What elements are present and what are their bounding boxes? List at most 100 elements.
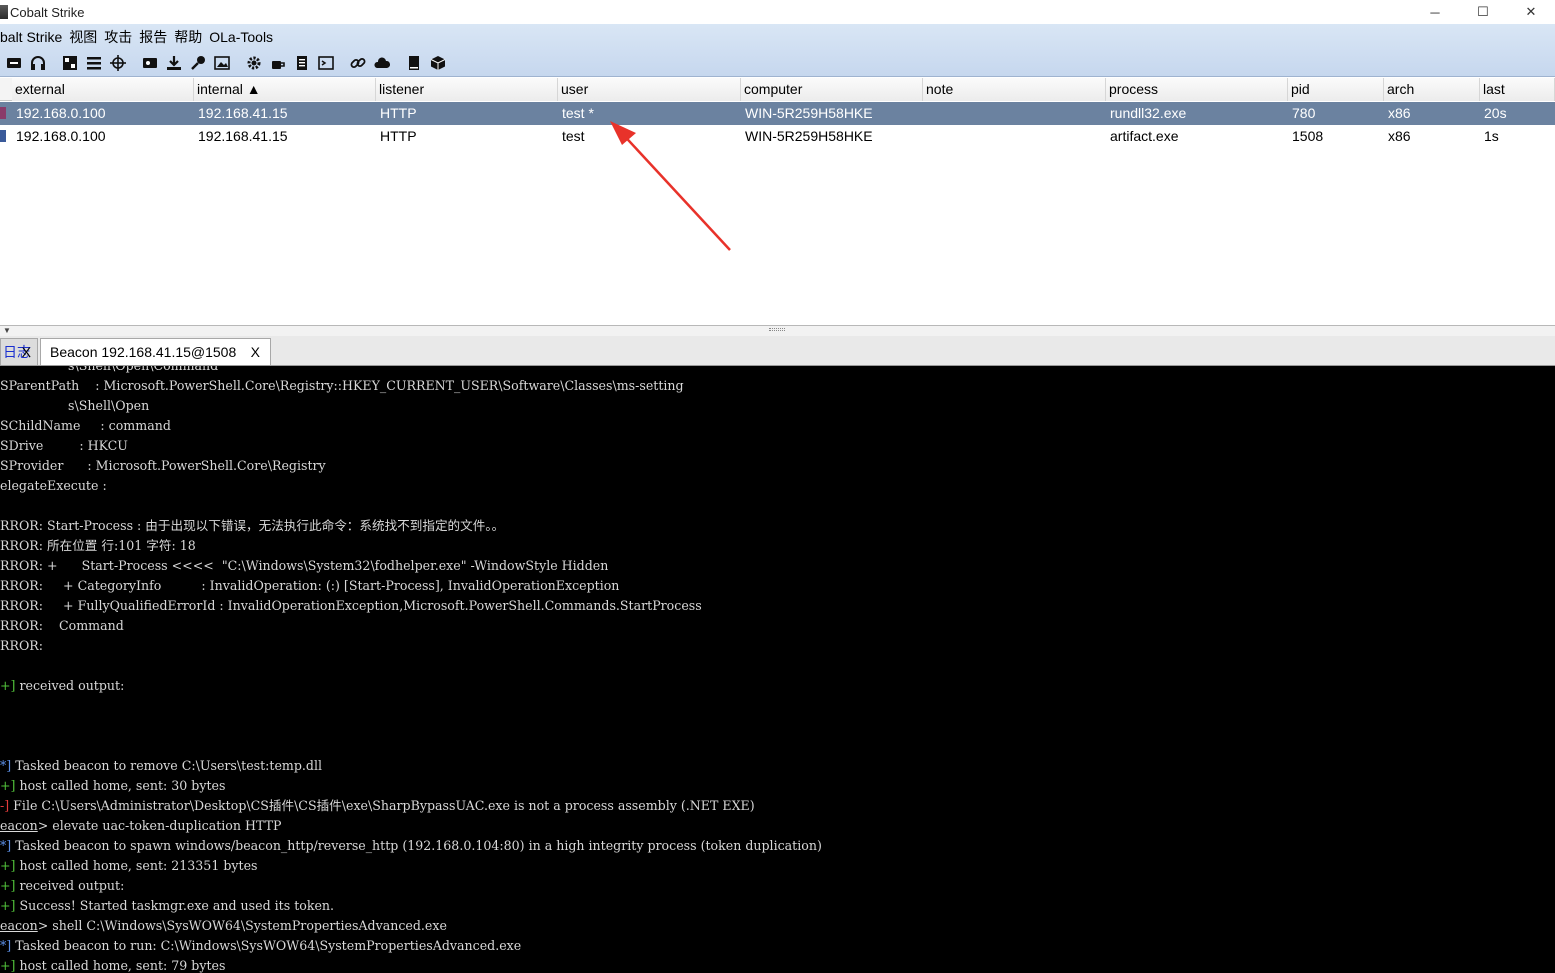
window-controls: ─ ☐ ✕ bbox=[1411, 0, 1555, 24]
maximize-button[interactable]: ☐ bbox=[1459, 0, 1507, 24]
tab-beacon[interactable]: Beacon 192.168.41.15@1508 X bbox=[40, 338, 271, 365]
console-line: *] Tasked beacon to spawn windows/beacon… bbox=[0, 836, 822, 856]
console-text: s\Shell\Open bbox=[0, 398, 150, 413]
table-row[interactable]: 192.168.0.100 192.168.41.15 HTTP test * … bbox=[0, 102, 1555, 125]
session-icon bbox=[0, 107, 6, 119]
console-line: +] Success! Started taskmgr.exe and used… bbox=[0, 896, 334, 916]
cell-listener: HTTP bbox=[380, 105, 417, 121]
disconnect-icon[interactable] bbox=[4, 53, 24, 73]
credentials-icon[interactable] bbox=[140, 53, 160, 73]
tab-bar: 日志 X Beacon 192.168.41.15@1508 X bbox=[0, 336, 1555, 366]
window-titlebar: Cobalt Strike ─ ☐ ✕ bbox=[0, 0, 1555, 24]
console-line: RROR: Start-Process : 由于出现以下错误，无法执行此命令：系… bbox=[0, 516, 504, 536]
document-icon[interactable] bbox=[292, 53, 312, 73]
console-line: eacon> shell C:\Windows\SysWOW64\SystemP… bbox=[0, 916, 447, 936]
menu-help[interactable]: 帮助 bbox=[171, 27, 206, 47]
column-last[interactable]: last bbox=[1480, 78, 1555, 101]
console-line: RROR: 所在位置 行:101 字符: 18 bbox=[0, 536, 196, 556]
column-pid[interactable]: pid bbox=[1288, 78, 1384, 101]
cell-process: artifact.exe bbox=[1110, 128, 1179, 144]
screenshot-icon[interactable] bbox=[212, 53, 232, 73]
console-icon[interactable] bbox=[316, 53, 336, 73]
cell-last: 1s bbox=[1484, 128, 1499, 144]
console-line: eacon> elevate uac-token-duplication HTT… bbox=[0, 816, 282, 836]
menubar: balt Strike 视图 攻击 报告 帮助 OLa-Tools bbox=[0, 26, 277, 48]
console-prompt: eacon bbox=[0, 918, 38, 933]
console-text: Tasked beacon to remove C:\Users\test:te… bbox=[11, 758, 323, 773]
console-line: s\Shell\Open\Command bbox=[0, 366, 218, 376]
column-note[interactable]: note bbox=[923, 78, 1106, 101]
console-marker: +] bbox=[0, 958, 16, 973]
console-marker: +] bbox=[0, 878, 16, 893]
menu-cobalt-strike[interactable]: balt Strike bbox=[0, 29, 66, 45]
tab-beacon-close[interactable]: X bbox=[251, 339, 260, 365]
book-icon[interactable] bbox=[404, 53, 424, 73]
settings-icon[interactable] bbox=[244, 53, 264, 73]
console-marker: +] bbox=[0, 778, 16, 793]
sessions-table: external internal ▲ listener user comput… bbox=[0, 78, 1555, 326]
column-internal[interactable]: internal ▲ bbox=[194, 78, 376, 101]
link-icon[interactable] bbox=[348, 53, 368, 73]
target-icon[interactable] bbox=[108, 53, 128, 73]
console-text: SChildName : command bbox=[0, 418, 171, 433]
cell-pid: 1508 bbox=[1292, 128, 1324, 144]
cell-arch: x86 bbox=[1388, 128, 1411, 144]
console-marker: +] bbox=[0, 858, 16, 873]
console-line: elegateExecute : bbox=[0, 476, 107, 496]
console-line: +] received output: bbox=[0, 876, 124, 896]
console-text: elegateExecute : bbox=[0, 478, 107, 493]
cell-external: 192.168.0.100 bbox=[16, 128, 106, 144]
console-text: host called home, sent: 30 bytes bbox=[15, 778, 226, 793]
cell-note bbox=[924, 102, 927, 125]
column-user[interactable]: user bbox=[558, 78, 741, 101]
column-external[interactable]: external bbox=[12, 78, 194, 101]
headphones-icon[interactable] bbox=[28, 53, 48, 73]
collapse-arrow-icon[interactable]: ▼ bbox=[3, 326, 11, 335]
pivot-graph-icon[interactable] bbox=[60, 53, 80, 73]
key-icon[interactable] bbox=[188, 53, 208, 73]
minimize-button[interactable]: ─ bbox=[1411, 0, 1459, 24]
tab-event-log-close[interactable]: X bbox=[22, 339, 31, 365]
console-text: Tasked beacon to spawn windows/beacon_ht… bbox=[11, 838, 822, 853]
console-text: s\Shell\Open\Command bbox=[0, 366, 218, 373]
cell-note bbox=[924, 125, 927, 148]
menu-view[interactable]: 视图 bbox=[66, 27, 101, 47]
cell-process: rundll32.exe bbox=[1110, 105, 1187, 121]
tab-event-log[interactable]: 日志 X bbox=[0, 338, 38, 365]
column-listener[interactable]: listener bbox=[376, 78, 558, 101]
console-marker: +] bbox=[0, 898, 16, 913]
console-text: RROR: + FullyQualifiedErrorId : InvalidO… bbox=[0, 598, 702, 613]
coffee-icon[interactable] bbox=[268, 53, 288, 73]
column-process[interactable]: process bbox=[1106, 78, 1288, 101]
console-text: RROR: bbox=[0, 638, 44, 653]
console-marker: *] bbox=[0, 838, 12, 853]
close-button[interactable]: ✕ bbox=[1507, 0, 1555, 24]
session-list-icon[interactable] bbox=[84, 53, 104, 73]
cloud-icon[interactable] bbox=[372, 53, 392, 73]
console-text: SDrive : HKCU bbox=[0, 438, 128, 453]
splitter-grip[interactable] bbox=[769, 328, 785, 331]
cube-icon[interactable] bbox=[428, 53, 448, 73]
console-text: RROR: + CategoryInfo : InvalidOperation:… bbox=[0, 578, 620, 593]
table-row[interactable]: 192.168.0.100 192.168.41.15 HTTP test WI… bbox=[0, 125, 1555, 148]
menu-attacks[interactable]: 攻击 bbox=[101, 27, 136, 47]
cell-listener: HTTP bbox=[380, 128, 417, 144]
console-prompt: eacon bbox=[0, 818, 38, 833]
tab-beacon-label: Beacon 192.168.41.15@1508 bbox=[50, 344, 237, 360]
menu-ola-tools[interactable]: OLa-Tools bbox=[206, 29, 277, 45]
console-text: RROR: Command bbox=[0, 618, 124, 633]
console-line: +] received output: bbox=[0, 676, 124, 696]
pane-splitter[interactable]: ▼ bbox=[0, 326, 1555, 336]
menu-reporting[interactable]: 报告 bbox=[136, 27, 171, 47]
console-text: RROR: 所在位置 行:101 字符: 18 bbox=[0, 538, 196, 553]
column-arch[interactable]: arch bbox=[1384, 78, 1480, 101]
console-line: SParentPath : Microsoft.PowerShell.Core\… bbox=[0, 376, 684, 396]
console-marker: -] bbox=[0, 798, 10, 813]
beacon-console[interactable]: s\Shell\Open\Command SParentPath : Micros… bbox=[0, 366, 1555, 973]
column-computer[interactable]: computer bbox=[741, 78, 923, 101]
window-title: Cobalt Strike bbox=[10, 4, 85, 20]
download-icon[interactable] bbox=[164, 53, 184, 73]
cell-user: test bbox=[562, 128, 585, 144]
console-text: Success! Started taskmgr.exe and used it… bbox=[15, 898, 335, 913]
console-line: *] Tasked beacon to remove C:\Users\test… bbox=[0, 756, 322, 776]
